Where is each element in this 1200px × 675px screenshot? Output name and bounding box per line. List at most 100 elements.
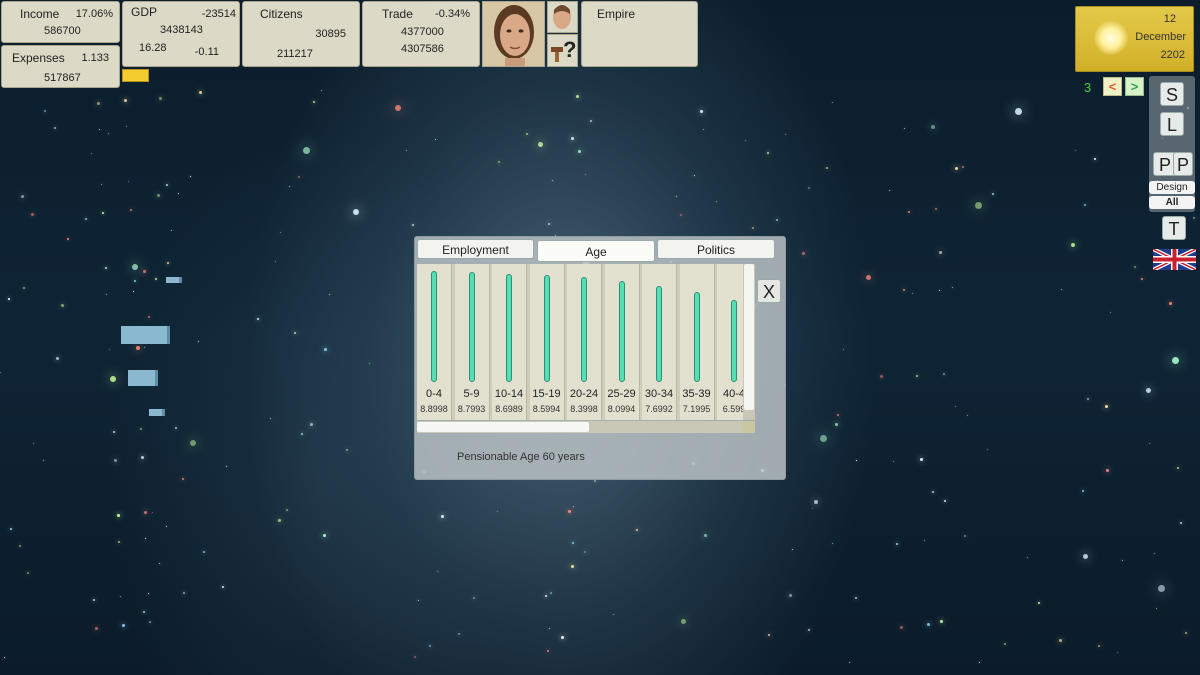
star: [113, 431, 115, 433]
horizontal-scrollbar[interactable]: [417, 421, 743, 433]
star: [8, 298, 10, 300]
star: [992, 193, 994, 195]
star: [935, 208, 937, 210]
tab-employment[interactable]: Employment: [417, 239, 534, 259]
star: [33, 443, 34, 444]
star: [0, 372, 1, 373]
star: [964, 535, 966, 537]
star: [167, 262, 169, 264]
design-label[interactable]: Design: [1149, 181, 1195, 194]
date-panel[interactable]: 12 December 2202: [1075, 6, 1194, 72]
empire-panel[interactable]: Empire: [581, 1, 698, 67]
close-button[interactable]: X: [757, 279, 781, 303]
star: [1117, 652, 1118, 653]
trade-label: Trade: [382, 7, 413, 21]
star: [54, 127, 56, 129]
age-group-value: 7.1995: [682, 404, 711, 414]
star: [108, 133, 109, 134]
policy-button-2[interactable]: P: [1173, 152, 1193, 176]
star: [548, 223, 550, 225]
small-face-icon[interactable]: [547, 1, 578, 33]
trade-panel[interactable]: Trade -0.34% 4377000 4307586: [362, 1, 480, 67]
uk-flag-icon[interactable]: [1152, 247, 1197, 272]
star: [324, 348, 327, 351]
expenses-panel[interactable]: Expenses 1.133 517867: [1, 45, 120, 88]
star: [346, 449, 348, 451]
gdp-panel[interactable]: GDP -23514 3438143 16.28 -0.11: [122, 1, 240, 67]
star: [940, 620, 943, 623]
age-group-value: 7.6992: [645, 404, 673, 414]
star: [110, 376, 116, 382]
star: [199, 91, 202, 94]
star: [561, 636, 564, 639]
star: [134, 280, 136, 282]
map-block: [149, 409, 165, 416]
horizontal-scroll-thumb[interactable]: [417, 422, 589, 432]
star: [144, 347, 145, 348]
star: [975, 202, 982, 209]
star: [1038, 602, 1040, 604]
star: [313, 101, 315, 103]
all-label[interactable]: All: [1149, 196, 1195, 209]
star: [573, 506, 574, 507]
star: [437, 571, 438, 572]
pensionable-age-text: Pensionable Age 60 years: [457, 451, 585, 463]
star: [590, 120, 592, 122]
age-group-column: 10-14 8.6989: [492, 264, 527, 420]
age-group-bar: [543, 275, 550, 382]
star: [301, 433, 303, 435]
star: [920, 458, 923, 461]
hammer-question-icon[interactable]: ?: [547, 34, 578, 67]
star: [745, 140, 746, 141]
star: [126, 126, 127, 127]
tab-politics[interactable]: Politics: [657, 239, 775, 259]
speed-up-button[interactable]: >: [1125, 77, 1144, 96]
age-group-column: 30-34 7.6992: [642, 264, 677, 420]
star: [944, 500, 946, 502]
tech-button[interactable]: T: [1162, 216, 1186, 240]
star: [832, 543, 833, 544]
citizens-panel[interactable]: Citizens 30895 211217: [242, 1, 360, 67]
vertical-scroll-thumb[interactable]: [744, 264, 754, 410]
star: [767, 152, 769, 154]
tab-age[interactable]: Age: [537, 240, 655, 262]
star: [855, 597, 857, 599]
star: [143, 611, 145, 613]
gdp-change: -23514: [201, 8, 236, 20]
star: [1154, 553, 1155, 554]
age-group-column: 5-9 8.7993: [454, 264, 490, 420]
star: [916, 375, 918, 377]
star: [849, 662, 850, 663]
star: [418, 600, 419, 601]
star: [676, 196, 677, 197]
star: [681, 619, 686, 624]
save-button[interactable]: S: [1160, 82, 1184, 106]
star: [576, 95, 579, 98]
star: [924, 540, 925, 541]
vertical-scrollbar[interactable]: [743, 264, 755, 420]
star: [967, 415, 968, 416]
star: [458, 633, 460, 635]
star: [931, 125, 935, 129]
advisor-portrait-icon[interactable]: [482, 1, 545, 67]
star: [120, 596, 121, 597]
age-group-column: 35-39 7.1995: [679, 264, 715, 420]
star: [585, 174, 586, 175]
star: [987, 449, 988, 450]
star: [303, 147, 310, 154]
load-button[interactable]: L: [1160, 112, 1184, 136]
star: [1177, 467, 1179, 469]
star: [808, 187, 810, 189]
gdp-delta: -0.11: [194, 46, 219, 58]
star: [545, 595, 547, 597]
star: [768, 634, 770, 636]
citizens-value-2: 211217: [277, 48, 313, 60]
star: [613, 614, 614, 615]
star: [820, 435, 827, 442]
star: [716, 201, 717, 202]
star: [118, 541, 120, 543]
star: [802, 252, 805, 255]
income-panel[interactable]: Income 17.06% 586700: [1, 1, 120, 43]
speed-down-button[interactable]: <: [1103, 77, 1122, 96]
age-group-value: 8.0994: [607, 404, 636, 414]
